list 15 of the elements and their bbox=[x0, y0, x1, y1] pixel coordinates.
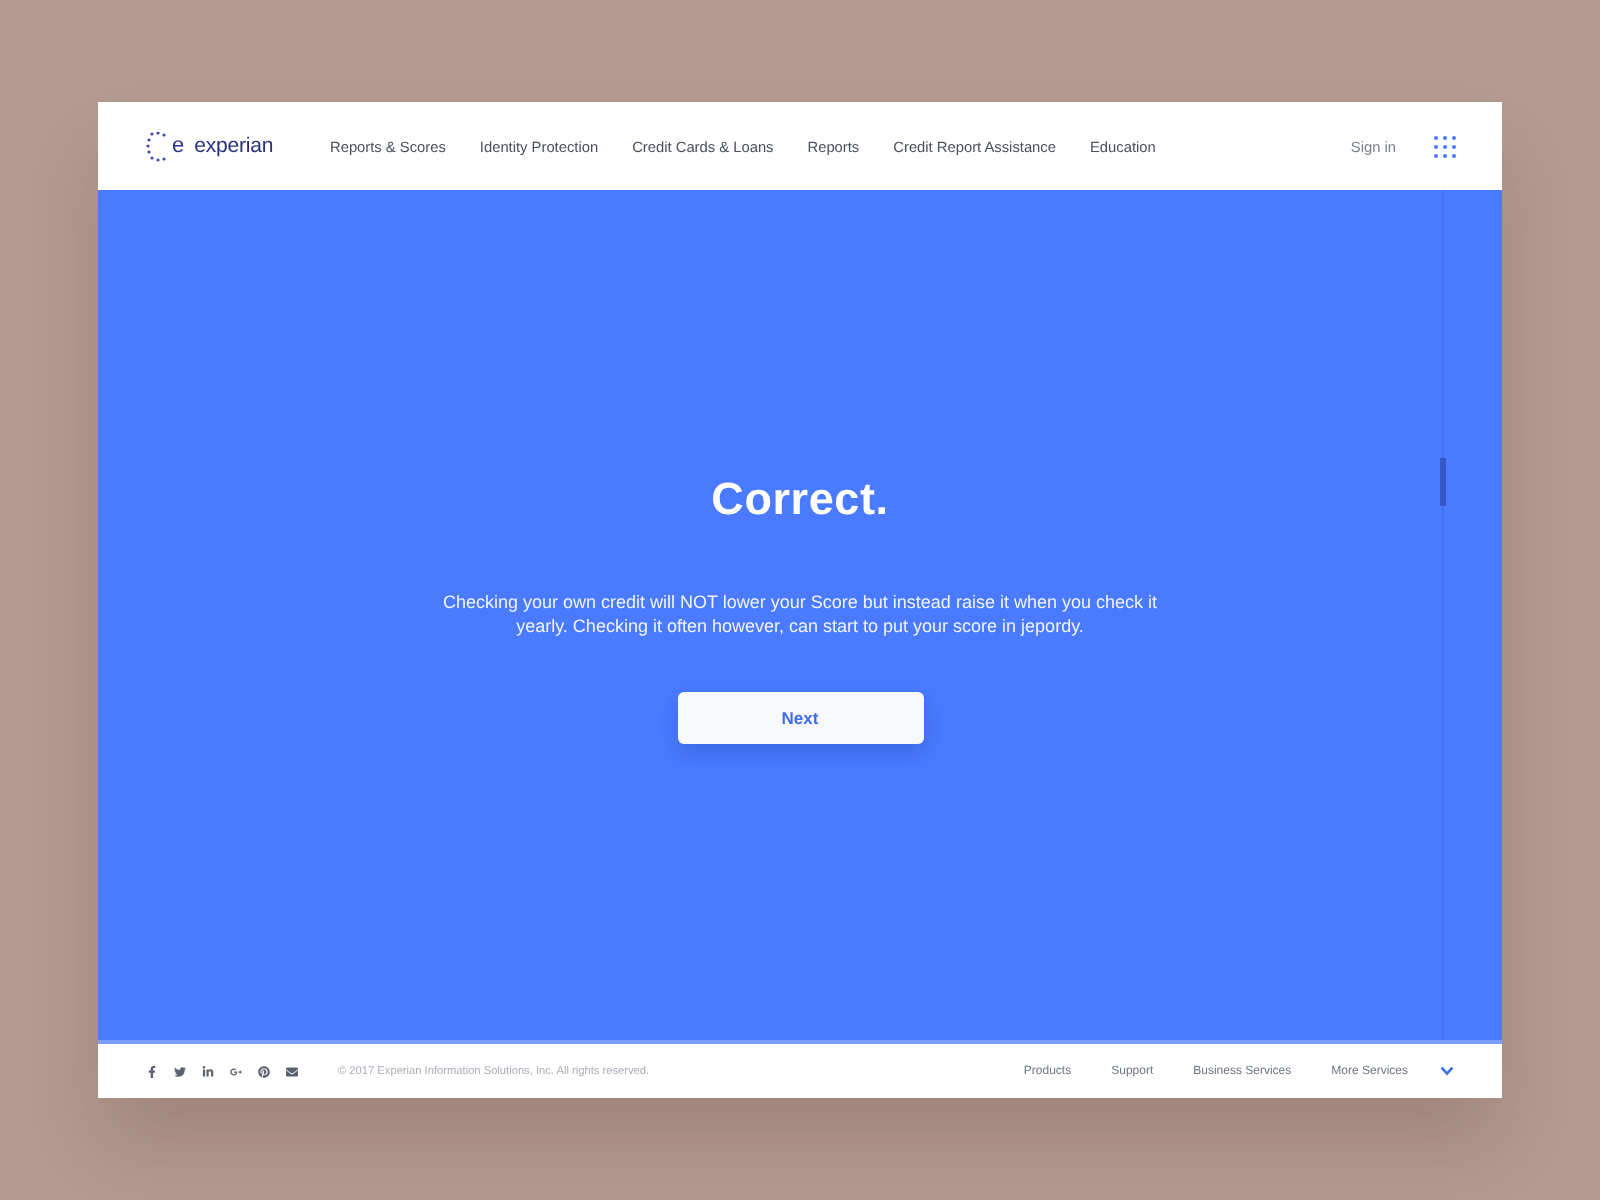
google-plus-icon[interactable] bbox=[230, 1065, 242, 1077]
scrollbar-thumb[interactable] bbox=[1440, 458, 1446, 506]
facebook-icon[interactable] bbox=[146, 1065, 158, 1077]
logo-dots-icon bbox=[146, 131, 168, 161]
app-grid-icon[interactable] bbox=[1434, 135, 1456, 157]
logo-letter: e bbox=[172, 135, 185, 157]
result-message: Checking your own credit will NOT lower your Score but instead raise it when you check it yearly. Checking it often however, can start to put your score in jepordy. bbox=[441, 590, 1159, 638]
twitter-icon[interactable] bbox=[174, 1065, 186, 1077]
mail-icon[interactable] bbox=[286, 1065, 298, 1077]
next-button[interactable]: Next bbox=[677, 692, 923, 744]
logo-wordmark[interactable]: experian bbox=[194, 135, 274, 157]
pinterest-icon[interactable] bbox=[258, 1065, 270, 1077]
result-title: Correct. bbox=[711, 472, 889, 528]
linkedin-icon[interactable] bbox=[202, 1065, 214, 1077]
chevron-down-icon[interactable] bbox=[1440, 1066, 1454, 1076]
